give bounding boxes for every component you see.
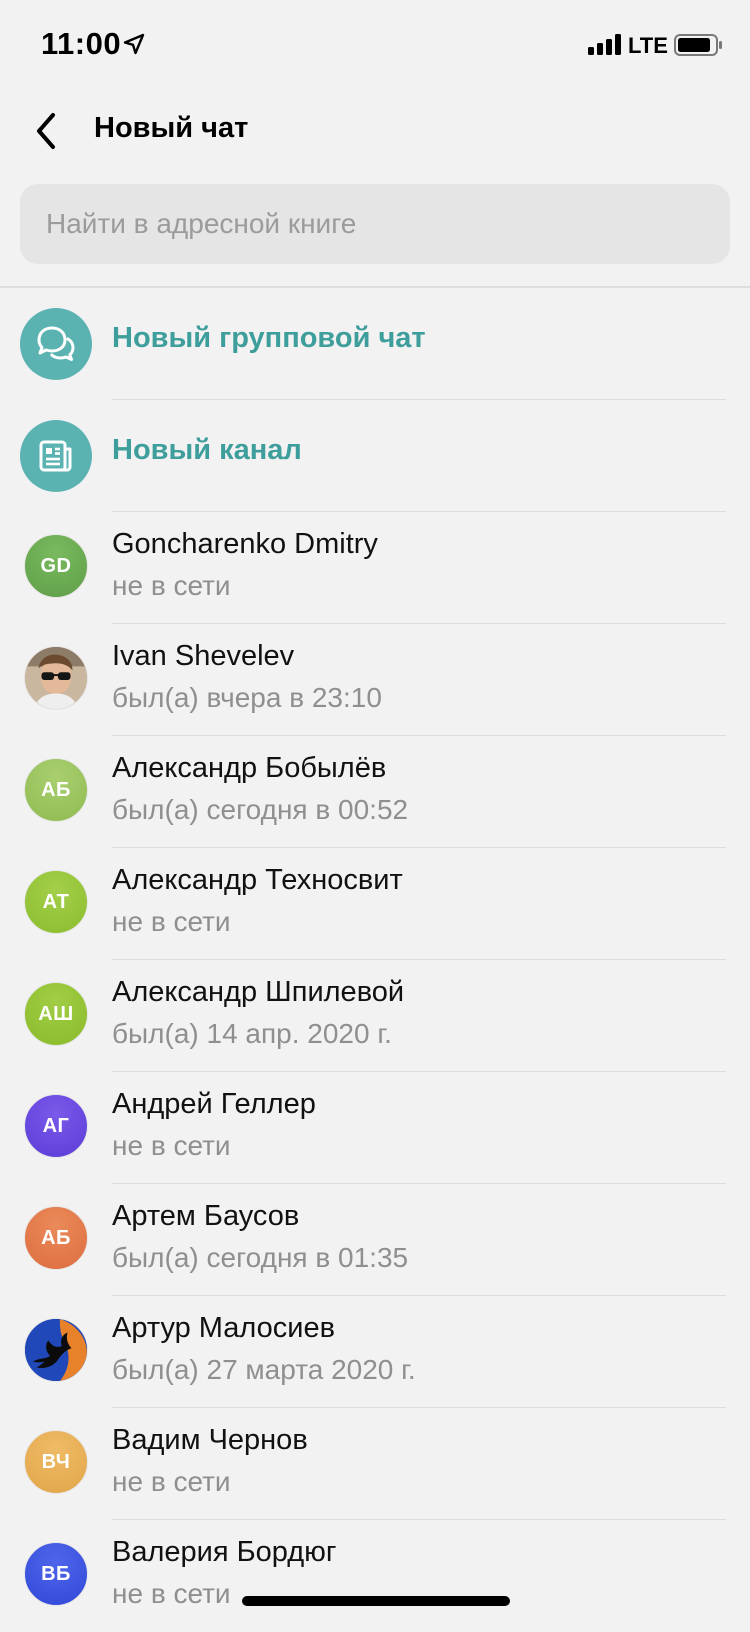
avatar-logo bbox=[24, 1318, 88, 1382]
battery-icon bbox=[674, 34, 722, 56]
contact-name: Александр Бобылёв bbox=[112, 752, 387, 784]
status-bar: 11:00 LTE bbox=[0, 0, 750, 92]
contact-status: не в сети bbox=[112, 1466, 231, 1497]
avatar-initials: АГ bbox=[42, 1114, 70, 1137]
contact-list: Новый групповой чат Новый канал GD Gonch… bbox=[0, 288, 750, 1632]
search-box[interactable] bbox=[20, 184, 730, 264]
contact-name: Goncharenko Dmitry bbox=[112, 528, 378, 560]
location-arrow-icon bbox=[123, 33, 145, 55]
avatar-initials: GD bbox=[40, 554, 72, 577]
new-channel-icon-circle bbox=[20, 420, 92, 492]
contact-row[interactable]: Ivan Shevelev был(а) вчера в 23:10 bbox=[0, 624, 750, 736]
contact-row[interactable]: ВЧ Вадим Чернов не в сети bbox=[0, 1408, 750, 1520]
avatar: АГ bbox=[24, 1094, 88, 1158]
contact-name: Вадим Чернов bbox=[112, 1424, 308, 1456]
avatar-initials: АТ bbox=[42, 890, 70, 913]
avatar: АБ bbox=[24, 1206, 88, 1270]
contact-row[interactable]: АБ Александр Бобылёв был(а) сегодня в 00… bbox=[0, 736, 750, 848]
chevron-left-icon bbox=[37, 113, 55, 149]
contact-row[interactable]: АГ Андрей Геллер не в сети bbox=[0, 1072, 750, 1184]
contact-name: Артем Баусов bbox=[112, 1200, 300, 1232]
new-group-chat-icon-circle bbox=[20, 308, 92, 380]
avatar: GD bbox=[24, 534, 88, 598]
contact-status: был(а) 14 апр. 2020 г. bbox=[112, 1018, 392, 1049]
new-channel-item[interactable]: Новый канал bbox=[0, 400, 750, 512]
avatar-initials: АБ bbox=[41, 778, 71, 801]
avatar-initials: АШ bbox=[38, 1002, 74, 1025]
contact-name: Александр Шпилевой bbox=[112, 976, 405, 1008]
contact-status: был(а) сегодня в 01:35 bbox=[112, 1242, 409, 1273]
new-group-chat-item[interactable]: Новый групповой чат bbox=[0, 288, 750, 400]
page-title: Новый чат bbox=[94, 112, 249, 144]
dragon-logo-icon bbox=[25, 1319, 87, 1381]
contact-name: Александр Техносвит bbox=[112, 864, 403, 896]
contact-row[interactable]: АТ Александр Техносвит не в сети bbox=[0, 848, 750, 960]
avatar: АТ bbox=[24, 870, 88, 934]
status-time: 11:00 bbox=[41, 26, 122, 61]
contact-name: Ivan Shevelev bbox=[112, 640, 295, 672]
new-group-chat-label: Новый групповой чат bbox=[112, 322, 426, 354]
user-photo-icon bbox=[25, 647, 87, 709]
avatar: АШ bbox=[24, 982, 88, 1046]
avatar: АБ bbox=[24, 758, 88, 822]
new-channel-label: Новый канал bbox=[112, 434, 302, 466]
newspaper-icon bbox=[39, 440, 72, 472]
avatar-photo bbox=[24, 646, 88, 710]
search-input[interactable] bbox=[44, 207, 706, 241]
home-indicator bbox=[242, 1596, 510, 1606]
avatar-initials: ВБ bbox=[41, 1562, 71, 1585]
avatar: ВЧ bbox=[24, 1430, 88, 1494]
avatar-initials: АБ bbox=[41, 1226, 71, 1249]
contact-row[interactable]: АБ Артем Баусов был(а) сегодня в 01:35 bbox=[0, 1184, 750, 1296]
contact-status: был(а) вчера в 23:10 bbox=[112, 682, 382, 713]
avatar: ВБ bbox=[24, 1542, 88, 1606]
contact-status: был(а) 27 марта 2020 г. bbox=[112, 1354, 416, 1385]
contact-status: не в сети bbox=[112, 906, 231, 937]
contact-name: Валерия Бордюг bbox=[112, 1536, 337, 1568]
contact-name: Андрей Геллер bbox=[112, 1088, 316, 1120]
contact-row[interactable]: АШ Александр Шпилевой был(а) 14 апр. 202… bbox=[0, 960, 750, 1072]
nav-bar: Новый чат bbox=[0, 92, 750, 174]
back-button[interactable] bbox=[22, 104, 70, 158]
contact-status: не в сети bbox=[112, 570, 231, 601]
avatar-initials: ВЧ bbox=[41, 1450, 71, 1473]
contact-name: Артур Малосиев bbox=[112, 1312, 336, 1344]
contact-status: не в сети bbox=[112, 1578, 231, 1609]
contact-status: не в сети bbox=[112, 1130, 231, 1161]
contact-row[interactable]: GD Goncharenko Dmitry не в сети bbox=[0, 512, 750, 624]
contact-status: был(а) сегодня в 00:52 bbox=[112, 794, 409, 825]
chat-bubbles-icon bbox=[37, 326, 75, 361]
signal-icon bbox=[588, 34, 621, 55]
contact-row[interactable]: ВБ Валерия Бордюг не в сети bbox=[0, 1520, 750, 1632]
contact-row[interactable]: Артур Малосиев был(а) 27 марта 2020 г. bbox=[0, 1296, 750, 1408]
network-label: LTE bbox=[628, 33, 668, 58]
